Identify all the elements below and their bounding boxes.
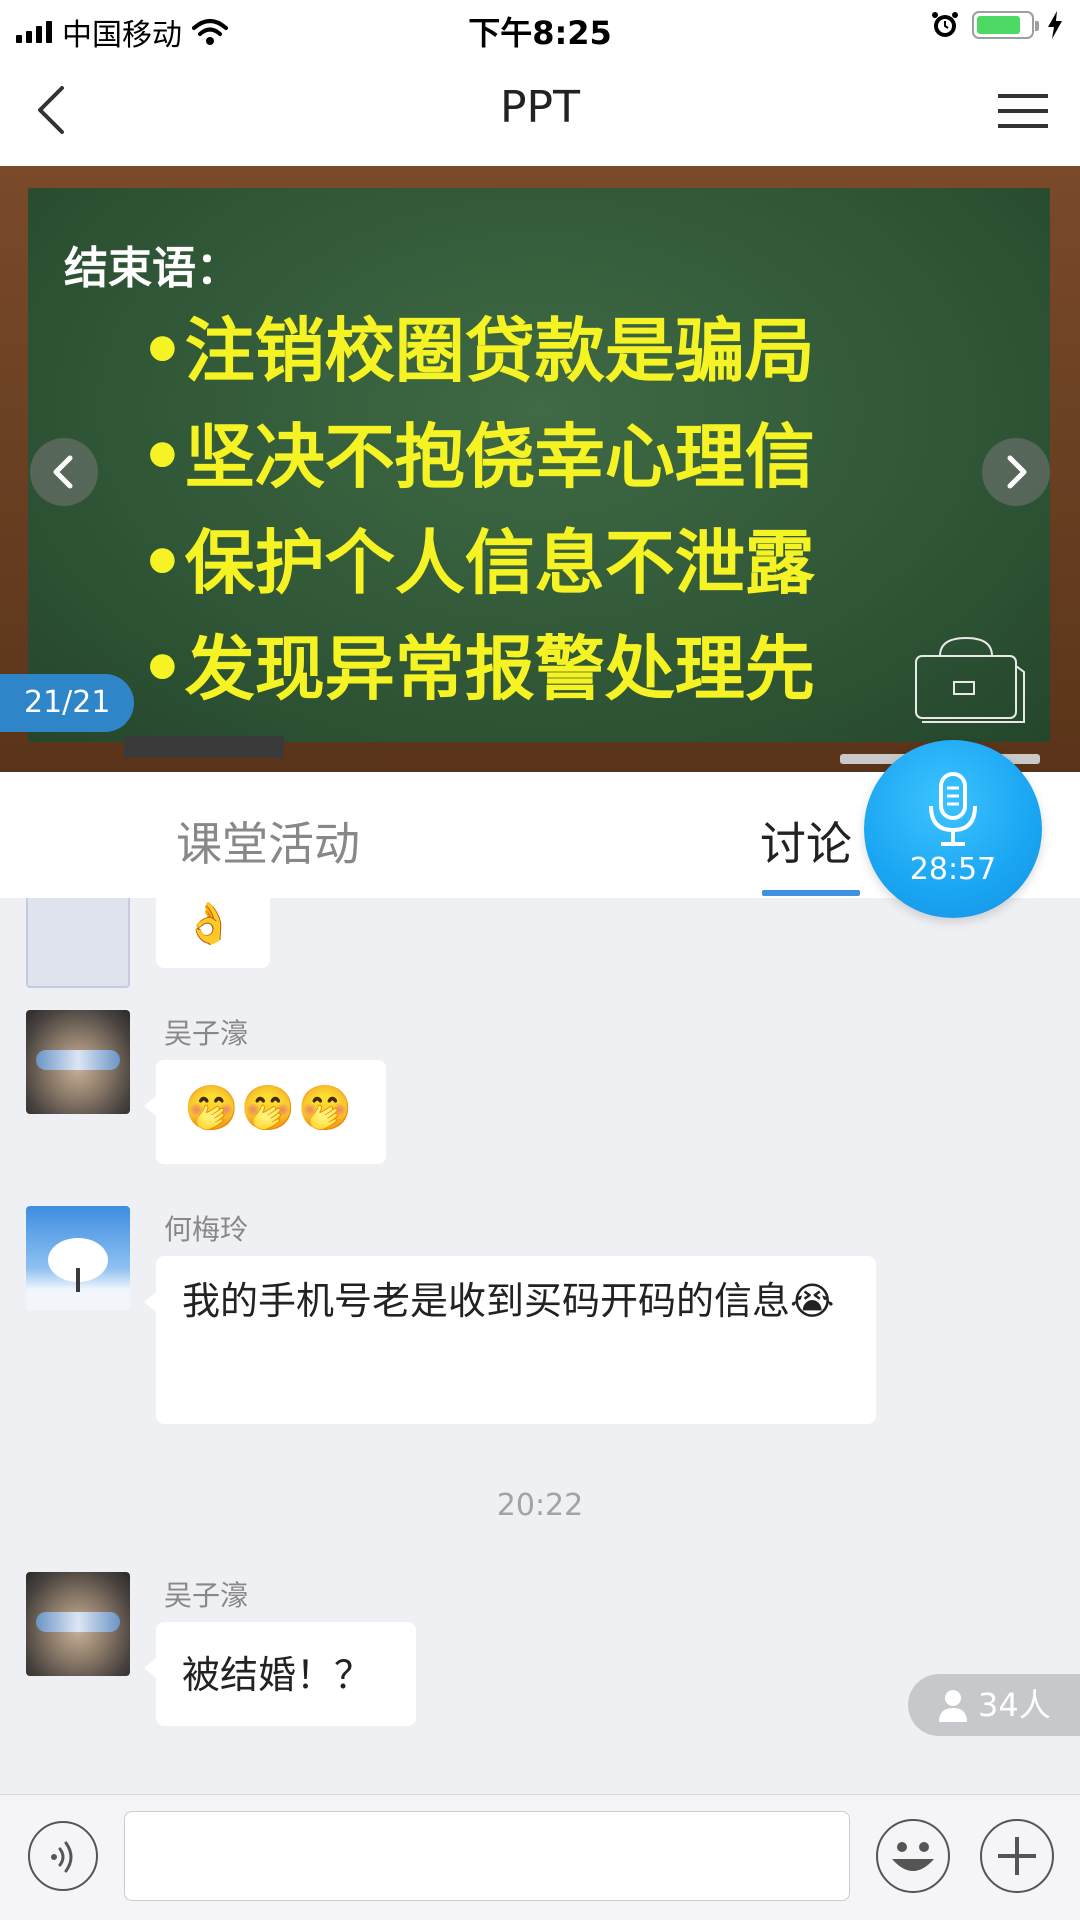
- slide-bullet: •注销校圈贷款是骗局: [140, 310, 815, 392]
- message-bubble: 被结婚！？: [144, 1622, 416, 1726]
- slide-bullet: •坚决不抱侥幸心理信: [140, 416, 815, 498]
- message-text: 👌: [184, 901, 234, 947]
- person-icon: [939, 1690, 967, 1722]
- message-text: 🤭🤭🤭: [184, 1083, 355, 1134]
- nav-bar: PPT: [0, 56, 1080, 166]
- app-screen: 中国移动 下午8:25 PPT 结束语： •注销校圈贷款是骗局 •坚决不抱侥幸心…: [0, 0, 1080, 1920]
- voice-record-button[interactable]: 28:57: [864, 740, 1042, 918]
- chevron-right-icon: [1007, 455, 1027, 489]
- avatar[interactable]: [26, 1572, 130, 1676]
- microphone-icon: [929, 772, 977, 846]
- slide-bullet-list: •注销校圈贷款是骗局 •坚决不抱侥幸心理信 •保护个人信息不泄露 •发现异常报警…: [140, 298, 815, 722]
- message-text: 被结婚！？: [182, 1653, 373, 1697]
- status-time: 下午8:25: [468, 14, 612, 52]
- recording-timer: 28:57: [909, 852, 997, 887]
- voice-icon: [51, 1841, 73, 1873]
- tree-image: [26, 1238, 130, 1310]
- plus-icon: [998, 1837, 1036, 1875]
- message-bubble: 我的手机号老是收到买码开码的信息😭: [144, 1256, 876, 1424]
- page-title: PPT: [500, 82, 580, 133]
- slide-page-indicator: 21/21: [0, 674, 135, 732]
- message-text: 我的手机号老是收到买码开码的信息😭: [182, 1279, 835, 1323]
- message-bubble: 👌: [156, 898, 270, 968]
- sender-name: 吴子濠: [164, 1579, 249, 1612]
- ppt-slide-viewer[interactable]: 结束语： •注销校圈贷款是骗局 •坚决不抱侥幸心理信 •保护个人信息不泄露 •发…: [0, 166, 1080, 772]
- slide-heading: 结束语：: [64, 243, 240, 294]
- more-options-button[interactable]: [980, 1819, 1054, 1893]
- slide-bullet: •发现异常报警处理先: [140, 628, 815, 710]
- status-bar: 中国移动 下午8:25: [0, 0, 1080, 56]
- alarm-clock-icon: [932, 12, 958, 37]
- chat-list[interactable]: 👌 吴子濠 🤭🤭🤭 何梅玲 我的手机号老是收到买码开码的信息😭 20:22 吴子…: [0, 898, 1080, 1794]
- hamburger-menu-icon[interactable]: [996, 86, 1052, 136]
- battery-fill: [977, 16, 1020, 34]
- message-input-bar: [0, 1794, 1080, 1920]
- active-tab-indicator: [762, 890, 860, 896]
- voice-input-button[interactable]: [28, 1821, 98, 1891]
- tab-classroom-activity[interactable]: 课堂活动: [176, 808, 360, 874]
- online-count: 34人: [978, 1686, 1051, 1724]
- timestamp-separator: 20:22: [496, 1488, 584, 1523]
- status-right: [930, 10, 1064, 40]
- next-slide-button[interactable]: [982, 438, 1050, 506]
- message-input[interactable]: [124, 1811, 850, 1901]
- chalk-eraser: [124, 736, 284, 758]
- charging-bolt-icon: [1048, 11, 1062, 39]
- sender-name: 吴子濠: [164, 1017, 249, 1050]
- tab-discussion[interactable]: 讨论: [760, 808, 852, 874]
- slide-bullet: •保护个人信息不泄露: [140, 522, 815, 604]
- avatar[interactable]: [26, 1010, 130, 1114]
- avatar[interactable]: [26, 898, 130, 988]
- online-count-badge[interactable]: 34人: [908, 1674, 1080, 1736]
- battery-icon: [972, 11, 1039, 39]
- briefcase-doodle-icon: [915, 636, 1025, 723]
- chevron-left-icon: [53, 455, 73, 489]
- prev-slide-button[interactable]: [30, 438, 98, 506]
- emoji-button[interactable]: [876, 1819, 950, 1893]
- avatar[interactable]: [26, 1206, 130, 1310]
- emoji-icon: [892, 1842, 934, 1871]
- message-bubble: 🤭🤭🤭: [144, 1060, 386, 1164]
- sender-name: 何梅玲: [164, 1213, 249, 1246]
